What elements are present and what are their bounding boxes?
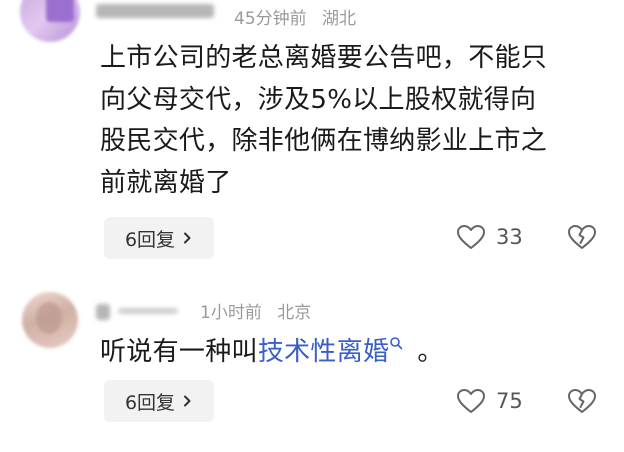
comment-meta: 1小时前 北京 [200,298,321,323]
replies-label: 6回复 [124,391,176,414]
like-button[interactable]: 75 [456,388,523,414]
keyword-link-label: 技术性离婚 [257,337,390,367]
comment-meta: 45分钟前 湖北 [234,4,366,29]
comment-line: 前就离婚了 [100,167,232,198]
avatar[interactable] [20,0,80,42]
username-obscured[interactable] [96,4,214,18]
comment-line: 向父母交代，涉及5%以上股权就得向 [100,84,537,115]
chevron-right-icon [184,232,191,244]
username-obscured[interactable] [118,308,178,314]
heart-outline-icon [457,389,485,413]
comment-body: 上市公司的老总离婚要公告吧，不能只 向父母交代，涉及5%以上股权就得向 股民交代… [100,38,547,204]
replies-button[interactable]: 6回复 [104,217,214,259]
keyword-link[interactable]: 技术性离婚 [258,337,404,367]
comment-text: 听说有一种叫 [100,337,258,367]
comment-line: 上市公司的老总离婚要公告吧，不能只 [100,43,548,73]
username-obscured[interactable] [96,304,110,320]
comment-text: 。 [417,337,444,367]
like-count: 33 [496,225,523,249]
replies-button[interactable]: 6回复 [104,380,214,422]
comment-location: 湖北 [322,9,357,29]
like-count: 75 [496,389,523,413]
dislike-button[interactable] [567,388,597,418]
like-button[interactable]: 33 [456,224,523,250]
avatar[interactable] [22,292,78,348]
heart-outline-icon [457,225,485,249]
comment-time: 1小时前 [200,303,262,323]
dislike-button[interactable] [567,224,597,254]
broken-heart-icon [568,225,596,249]
replies-label: 6回复 [124,228,176,251]
comment-line: 听说有一种叫技术性离婚。 [100,332,444,374]
comment-time: 45分钟前 [234,9,307,29]
broken-heart-icon [568,389,596,413]
chevron-right-icon [184,395,191,407]
search-icon [390,337,403,350]
comment-body: 听说有一种叫技术性离婚。 [100,332,444,374]
comment-line: 股民交代，除非他俩在博纳影业上市之 [100,126,548,156]
comment-location: 北京 [277,303,312,323]
